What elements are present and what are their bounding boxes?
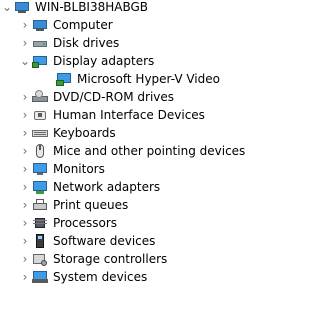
tree-item-label: Human Interface Devices (53, 108, 205, 122)
chevron-right-icon[interactable]: › (18, 160, 32, 178)
software-device-icon (32, 233, 48, 249)
chevron-right-icon[interactable]: › (18, 106, 32, 124)
tree-item-label: DVD/CD-ROM drives (53, 90, 175, 104)
chevron-right-icon[interactable]: › (18, 214, 32, 232)
tree-item-label: Mice and other pointing devices (53, 144, 246, 158)
printer-icon (32, 197, 48, 213)
chevron-down-icon[interactable]: ⌄ (0, 0, 14, 16)
chevron-right-icon[interactable]: › (18, 232, 32, 250)
processor-icon (32, 215, 48, 231)
disk-drive-icon (32, 35, 48, 51)
tree-item-label: Disk drives (53, 36, 120, 50)
chevron-right-icon[interactable]: › (18, 142, 32, 160)
system-device-icon (32, 269, 48, 285)
tree-item-network-adapters[interactable]: › Network adapters (18, 178, 160, 196)
tree-item-print-queues[interactable]: › Print queues (18, 196, 129, 214)
monitor-icon (32, 161, 48, 177)
dvd-drive-icon (32, 89, 48, 105)
tree-item-computer[interactable]: › Computer (18, 16, 113, 34)
chevron-right-icon[interactable]: › (18, 178, 32, 196)
tree-item-keyboards[interactable]: › Keyboards (18, 124, 116, 142)
tree-item-processors[interactable]: › Processors (18, 214, 117, 232)
tree-item-mice[interactable]: › Mice and other pointing devices (18, 142, 245, 160)
tree-item-label: Keyboards (53, 126, 116, 140)
tree-item-monitors[interactable]: › Monitors (18, 160, 105, 178)
tree-item-system-devices[interactable]: › System devices (18, 268, 148, 286)
network-adapter-icon (32, 179, 48, 195)
tree-item-software-devices[interactable]: › Software devices (18, 232, 155, 250)
tree-root[interactable]: ⌄ WIN-BLBI38HABGB (0, 0, 148, 16)
video-adapter-icon (56, 71, 72, 87)
chevron-right-icon[interactable]: › (18, 196, 32, 214)
tree-item-disk-drives[interactable]: › Disk drives (18, 34, 120, 52)
mouse-icon (32, 143, 48, 159)
chevron-right-icon[interactable]: › (18, 268, 32, 286)
tree-item-label: Computer (53, 18, 113, 32)
tree-item-label: Display adapters (53, 54, 155, 68)
computer-icon (32, 17, 48, 33)
chevron-right-icon[interactable]: › (18, 16, 32, 34)
tree-item-label: Software devices (53, 234, 156, 248)
tree-item-label: Monitors (53, 162, 105, 176)
computer-icon (14, 0, 30, 15)
tree-item-label: System devices (53, 270, 148, 284)
tree-item-microsoft-hyper-v-video[interactable]: Microsoft Hyper-V Video (56, 70, 220, 88)
tree-item-label: Storage controllers (53, 252, 168, 266)
chevron-right-icon[interactable]: › (18, 250, 32, 268)
tree-item-display-adapters[interactable]: ⌄ Display adapters (18, 52, 154, 70)
keyboard-icon (32, 125, 48, 141)
storage-controller-icon (32, 251, 48, 267)
tree-item-human-interface-devices[interactable]: › Human Interface Devices (18, 106, 205, 124)
tree-item-storage-controllers[interactable]: › Storage controllers (18, 250, 167, 268)
tree-item-label: Processors (53, 216, 118, 230)
chevron-down-icon[interactable]: ⌄ (18, 52, 32, 70)
tree-item-label: Microsoft Hyper-V Video (77, 72, 220, 86)
tree-root-label: WIN-BLBI38HABGB (35, 0, 149, 14)
hid-icon (32, 107, 48, 123)
tree-item-label: Network adapters (53, 180, 161, 194)
chevron-right-icon[interactable]: › (18, 124, 32, 142)
chevron-right-icon[interactable]: › (18, 34, 32, 52)
chevron-right-icon[interactable]: › (18, 88, 32, 106)
display-adapter-icon (32, 53, 48, 69)
tree-item-dvd-cd-rom-drives[interactable]: › DVD/CD-ROM drives (18, 88, 174, 106)
tree-item-label: Print queues (53, 198, 129, 212)
